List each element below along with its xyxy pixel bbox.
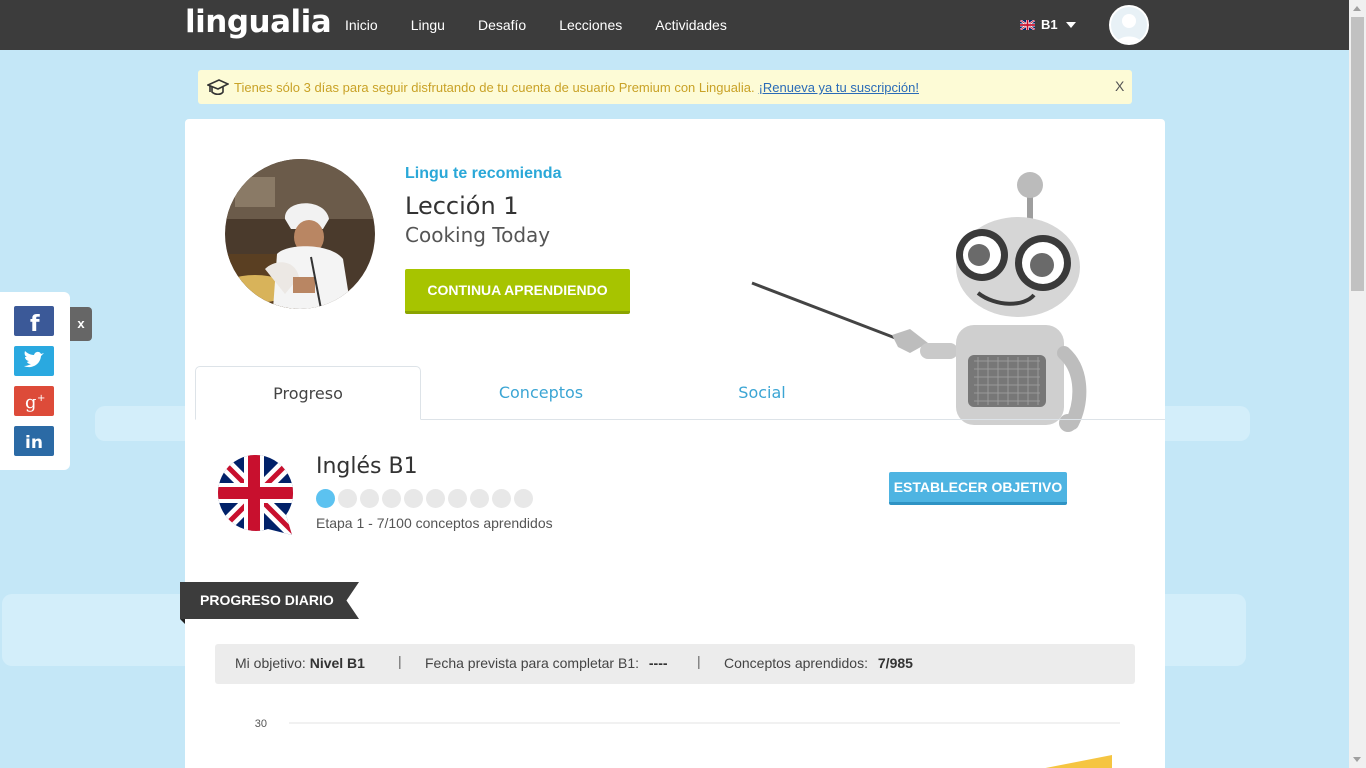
svg-text:+: +: [37, 393, 45, 404]
stats-separator: |: [398, 653, 402, 669]
recommendation-label: Lingu te recomienda: [405, 165, 562, 182]
dashboard-card: Lingu te recomienda Lección 1 Cooking To…: [180, 119, 1165, 768]
goal-value: Nivel B1: [309, 655, 365, 671]
lesson-title: Lección 1: [405, 192, 519, 220]
nav-item-lingu[interactable]: Lingu: [411, 0, 445, 50]
graduation-cap-icon: [207, 79, 229, 96]
ribbon-fold: [180, 619, 185, 624]
goal-stats-bar: Mi objetivo: Nivel B1 | Fecha prevista p…: [215, 644, 1135, 684]
tab-progreso[interactable]: Progreso: [195, 366, 421, 420]
scroll-down-icon[interactable]: [1353, 757, 1361, 762]
set-goal-button[interactable]: ESTABLECER OBJETIVO: [889, 472, 1067, 505]
google-plus-icon: g +: [25, 392, 45, 413]
close-label: x: [77, 316, 85, 331]
progress-dot: [316, 489, 335, 508]
chevron-down-icon: [1065, 21, 1076, 28]
linkedin-share-button[interactable]: in: [14, 426, 54, 456]
progress-dot: [338, 489, 357, 508]
uk-flag-icon: [1020, 19, 1035, 30]
chart-area-series: [1045, 755, 1112, 768]
facebook-share-button[interactable]: f: [14, 306, 54, 337]
progress-dot: [360, 489, 379, 508]
svg-text:g: g: [25, 392, 37, 413]
course-stage-text: Etapa 1 - 7/100 conceptos aprendidos: [316, 515, 553, 531]
twitter-icon: [24, 351, 44, 368]
svg-text:f: f: [30, 312, 40, 336]
daily-progress-ribbon: PROGRESO DIARIO: [180, 582, 359, 619]
concepts-label: Conceptos aprendidos:: [724, 655, 868, 671]
lesson-subtitle: Cooking Today: [405, 223, 551, 247]
notice-text: Tienes sólo 3 días para seguir disfrutan…: [234, 80, 755, 95]
y-tick-label: 30: [255, 718, 267, 730]
scroll-up-icon[interactable]: [1353, 6, 1361, 11]
google-plus-share-button[interactable]: g +: [14, 386, 54, 416]
social-panel-close-button[interactable]: x: [70, 307, 92, 341]
user-avatar[interactable]: [1109, 5, 1149, 45]
user-silhouette-icon: [1116, 14, 1142, 43]
date-label: Fecha prevista para completar B1:: [425, 655, 639, 671]
nav-item-actividades[interactable]: Actividades: [655, 0, 727, 50]
notice-close-button[interactable]: X: [1115, 78, 1124, 94]
progress-dot: [426, 489, 445, 508]
level-selector[interactable]: B1: [1020, 17, 1076, 32]
premium-notice: Tienes sólo 3 días para seguir disfrutan…: [198, 70, 1132, 104]
chef-photo-image: [225, 159, 375, 309]
progress-dot: [492, 489, 511, 508]
progress-dot: [404, 489, 423, 508]
progress-dot: [470, 489, 489, 508]
continue-learning-button[interactable]: CONTINUA APRENDIENDO: [405, 269, 630, 314]
svg-text:in: in: [25, 433, 43, 453]
scroll-thumb[interactable]: [1351, 17, 1364, 291]
concepts-value: 7/985: [877, 655, 913, 671]
goal-label: Mi objetivo:: [235, 655, 306, 671]
progress-dot: [382, 489, 401, 508]
progress-dot: [448, 489, 467, 508]
main-nav: Inicio Lingu Desafío Lecciones Actividad…: [345, 0, 760, 50]
course-title: Inglés B1: [316, 454, 418, 479]
tab-conceptos[interactable]: Conceptos: [428, 366, 654, 420]
renew-subscription-link[interactable]: ¡Renueva ya tu suscripción!: [759, 80, 919, 95]
progress-dot: [514, 489, 533, 508]
nav-item-lecciones[interactable]: Lecciones: [559, 0, 622, 50]
uk-flag-bubble-icon: [217, 455, 294, 535]
facebook-icon: f: [30, 312, 40, 337]
top-navigation-bar: lingualia Inicio Lingu Desafío Lecciones…: [0, 0, 1349, 50]
linkedin-icon: in: [25, 433, 43, 453]
page-scrollbar[interactable]: [1349, 0, 1366, 768]
stage-progress-dots: [316, 489, 536, 508]
date-value: ----: [648, 655, 668, 671]
stats-separator: |: [697, 653, 701, 669]
twitter-share-button[interactable]: [14, 346, 54, 376]
level-label: B1: [1041, 17, 1058, 32]
daily-progress-chart: 30: [255, 718, 1120, 768]
lesson-photo[interactable]: [225, 159, 375, 309]
social-share-panel: f g + in: [0, 292, 70, 470]
nav-item-desafio[interactable]: Desafío: [478, 0, 526, 50]
lingualia-logo[interactable]: lingualia: [185, 4, 332, 40]
tab-social[interactable]: Social: [649, 366, 875, 420]
nav-item-inicio[interactable]: Inicio: [345, 0, 378, 50]
